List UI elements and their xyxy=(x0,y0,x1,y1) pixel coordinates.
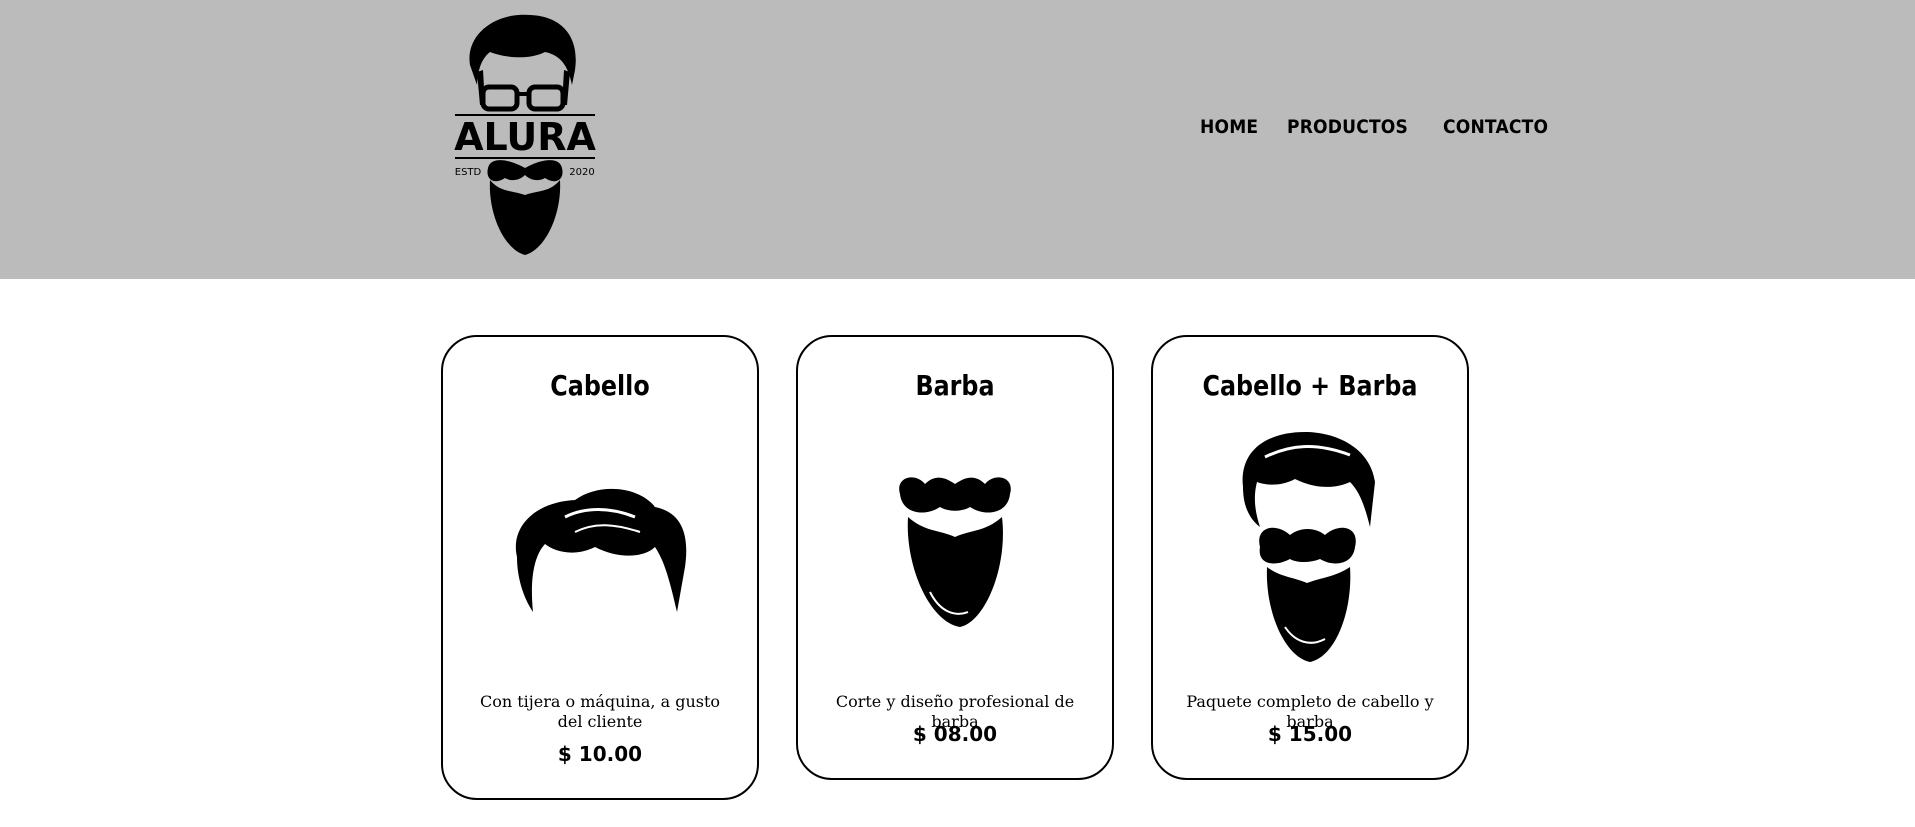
logo-year: 2020 xyxy=(569,167,594,178)
site-header: ALURA ESTD 2020 HOME PRODUCTOS CONTACTO xyxy=(0,0,1915,279)
product-title: Barba xyxy=(915,369,995,402)
product-card-cabello-barba[interactable]: Cabello + Barba Paquete completo de cabe… xyxy=(1151,335,1469,780)
product-price: $ 10.00 xyxy=(557,742,643,766)
product-price: $ 08.00 xyxy=(912,722,998,746)
logo-text: ALURA xyxy=(454,115,596,159)
product-price: $ 15.00 xyxy=(1267,722,1353,746)
nav-contacto[interactable]: CONTACTO xyxy=(1443,116,1548,138)
alura-logo-icon: ALURA ESTD 2020 xyxy=(454,14,596,255)
nav-home[interactable]: HOME xyxy=(1200,116,1258,138)
product-card-barba[interactable]: Barba Corte y diseño profesional de barb… xyxy=(796,335,1114,780)
product-title: Cabello xyxy=(550,369,650,402)
beard-icon xyxy=(798,472,1112,632)
product-card-cabello[interactable]: Cabello Con tijera o máquina, a gusto de… xyxy=(441,335,759,800)
product-title: Cabello + Barba xyxy=(1202,369,1418,402)
hair-and-beard-icon xyxy=(1153,427,1467,667)
hair-icon xyxy=(443,472,757,622)
logo-estd: ESTD xyxy=(455,167,482,178)
product-description: Con tijera o máquina, a gusto del client… xyxy=(479,692,721,731)
brand-logo[interactable]: ALURA ESTD 2020 xyxy=(450,10,600,260)
main-nav: HOME PRODUCTOS CONTACTO xyxy=(1200,116,1560,138)
nav-productos[interactable]: PRODUCTOS xyxy=(1287,116,1408,138)
